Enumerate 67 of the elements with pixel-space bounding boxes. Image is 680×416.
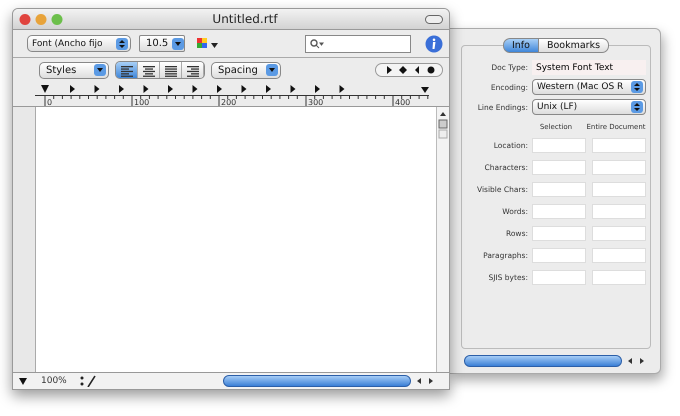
margin-marker-icon[interactable] xyxy=(421,86,429,93)
stepper-icon xyxy=(116,38,128,50)
indent-marker-icon[interactable] xyxy=(41,84,49,93)
doc-type-field: System Font Text xyxy=(532,60,646,75)
stat-field xyxy=(532,160,586,175)
window-controls-icon[interactable] xyxy=(19,12,65,26)
tab-stop-icon[interactable] xyxy=(119,84,124,93)
stat-field xyxy=(532,138,586,153)
tab-stop-icon[interactable] xyxy=(144,84,148,93)
tab-stop-icon[interactable] xyxy=(266,84,271,93)
stat-field xyxy=(592,248,646,263)
stat-field xyxy=(592,138,646,153)
tab-stop-icon[interactable] xyxy=(70,84,75,93)
scroll-arrows-icon[interactable] xyxy=(415,377,435,385)
stat-field xyxy=(532,270,586,285)
align-justify-button[interactable] xyxy=(160,62,182,78)
dropdown-icon xyxy=(266,64,278,76)
zoom-level[interactable]: 100% xyxy=(41,376,71,386)
ruler-label: 400 xyxy=(395,98,410,106)
inspector-tab[interactable]: Info xyxy=(502,38,539,53)
tab-stop-icon[interactable] xyxy=(242,84,246,93)
stat-field xyxy=(592,226,646,241)
info-icon[interactable] xyxy=(425,34,443,52)
stat-field xyxy=(532,182,586,197)
tab-stop-icon[interactable] xyxy=(290,84,296,93)
stat-field xyxy=(532,248,586,263)
ruler-label: 0 xyxy=(47,98,52,106)
align-center-button[interactable] xyxy=(138,62,160,78)
ruler[interactable]: 0 100 200 300 400 xyxy=(15,82,429,106)
styles-popup[interactable]: Styles xyxy=(39,62,109,79)
ruler-label: 100 xyxy=(134,98,150,106)
stat-field xyxy=(592,204,646,219)
font-popup[interactable]: Font (Ancho fijo xyxy=(27,35,131,52)
search-field[interactable] xyxy=(305,34,411,52)
search-icon xyxy=(310,38,324,48)
scroll-thumb[interactable] xyxy=(464,355,622,367)
tab-stop-icon[interactable] xyxy=(192,84,198,93)
dropdown-icon xyxy=(172,38,184,50)
scroll-thumb[interactable] xyxy=(223,375,411,387)
stat-field xyxy=(592,160,646,175)
tab-stop-icon[interactable] xyxy=(340,84,344,93)
align-left-button[interactable] xyxy=(116,62,138,78)
window-title: Untitled.rtf xyxy=(211,12,279,26)
line-endings-popup[interactable]: Unix (LF) xyxy=(532,99,646,115)
tab-stop-icon[interactable] xyxy=(94,84,100,93)
stepper-icon xyxy=(631,81,643,93)
dropdown-icon xyxy=(94,64,106,76)
font-size-combo[interactable]: 10.5 xyxy=(139,35,185,52)
spacing-popup[interactable]: Spacing xyxy=(211,62,281,79)
tab-stop-icon[interactable] xyxy=(217,84,222,93)
stat-field xyxy=(532,226,586,241)
stat-field xyxy=(592,182,646,197)
toolbar-toggle-icon[interactable] xyxy=(425,14,443,24)
color-picker-icon[interactable] xyxy=(197,38,219,50)
stepper-icon xyxy=(631,101,643,113)
ruler-label: 200 xyxy=(221,98,236,106)
tab-stop-icon[interactable] xyxy=(315,84,320,93)
stat-field xyxy=(592,270,646,285)
stat-field xyxy=(532,204,586,219)
scroll-arrows-icon[interactable] xyxy=(626,357,646,365)
tab-stops-icon[interactable] xyxy=(375,63,443,78)
ruler-label: 300 xyxy=(308,98,324,106)
disclosure-icon[interactable] xyxy=(19,378,27,384)
encoding-popup[interactable]: Western (Mac OS R xyxy=(532,79,646,95)
align-right-button[interactable] xyxy=(182,62,204,78)
tab-stop-icon[interactable] xyxy=(168,84,173,93)
inspector-tab[interactable]: Bookmarks xyxy=(538,38,610,53)
